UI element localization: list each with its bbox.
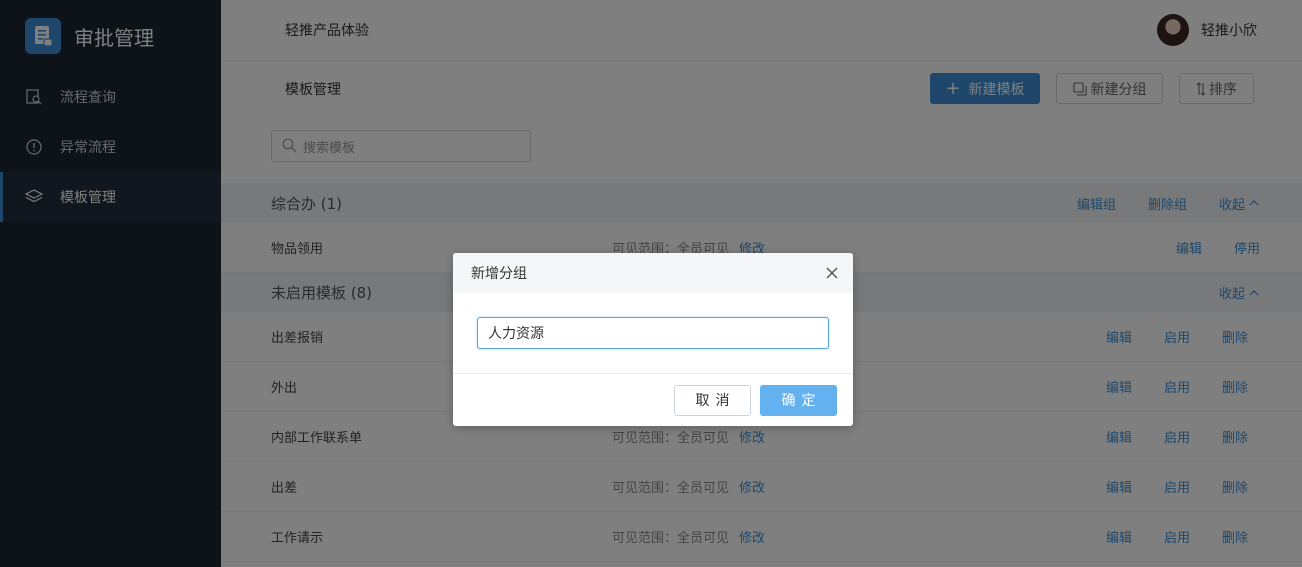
group-name-input[interactable] bbox=[477, 317, 829, 349]
dialog-header: 新增分组 bbox=[453, 253, 853, 293]
confirm-button[interactable]: 确定 bbox=[760, 384, 837, 416]
dialog-footer: 取消 确定 bbox=[453, 373, 853, 426]
cancel-button[interactable]: 取消 bbox=[674, 384, 751, 416]
dialog-title: 新增分组 bbox=[471, 266, 527, 282]
new-group-dialog: 新增分组 取消 确定 bbox=[453, 253, 853, 426]
close-icon[interactable] bbox=[825, 266, 839, 280]
